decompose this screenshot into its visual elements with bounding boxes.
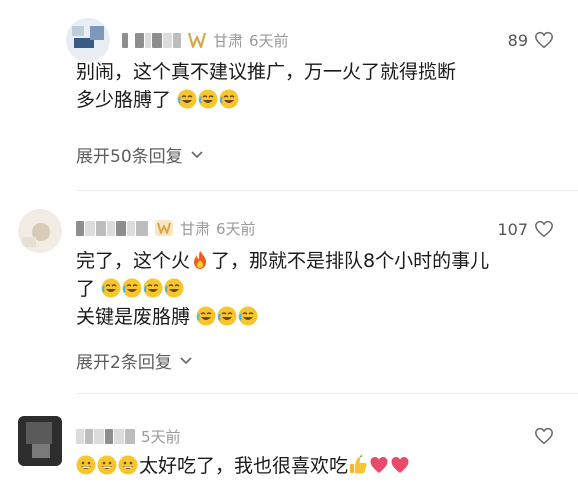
chevron-down-icon bbox=[191, 150, 203, 158]
grinning-face-icon bbox=[97, 455, 117, 475]
like-button[interactable]: 107 bbox=[497, 217, 554, 241]
crying-laughing-face-icon bbox=[198, 89, 218, 109]
comment-text: 别闹，这个真不建议推广，万一火了就得揽断 多少胳膊了 bbox=[76, 58, 558, 114]
like-count: 89 bbox=[507, 30, 528, 50]
crying-laughing-face-icon bbox=[238, 306, 258, 326]
like-count: 107 bbox=[497, 219, 528, 239]
timestamp: 5天前 bbox=[141, 427, 181, 446]
comment-line-2: 多少胳膊了 bbox=[76, 89, 172, 111]
crying-laughing-face-icon bbox=[143, 278, 163, 298]
username[interactable] bbox=[76, 428, 135, 444]
comment-line-3: 关键是废胳膊 bbox=[76, 306, 191, 328]
crying-laughing-face-icon bbox=[177, 89, 197, 109]
comment-text: 太好吃了，我也很喜欢吃 bbox=[76, 452, 558, 480]
timestamp: 6天前 bbox=[249, 31, 289, 50]
avatar[interactable] bbox=[66, 18, 110, 62]
heart-outline-icon bbox=[535, 31, 553, 49]
crying-laughing-face-icon bbox=[122, 278, 142, 298]
heart-outline-icon bbox=[535, 220, 553, 238]
chevron-down-icon bbox=[180, 356, 192, 364]
heart-outline-icon bbox=[535, 427, 553, 445]
avatar[interactable] bbox=[18, 416, 62, 466]
comment-1: 甘肃 6天前 89 别闹，这个真不建议推广，万一火了就得揽断 多少胳膊了 展开5… bbox=[0, 0, 578, 190]
thumbs-up-icon bbox=[350, 455, 367, 474]
grinning-face-icon bbox=[76, 455, 96, 475]
crying-laughing-face-icon bbox=[217, 306, 237, 326]
expand-replies-label: 展开50条回复 bbox=[76, 147, 183, 167]
comment-line-1: 别闹，这个真不建议推广，万一火了就得揽断 bbox=[76, 61, 457, 83]
heart-icon bbox=[370, 457, 388, 473]
username[interactable] bbox=[122, 32, 181, 48]
crying-laughing-face-icon bbox=[101, 278, 121, 298]
crying-laughing-face-icon bbox=[164, 278, 184, 298]
comment-text: 完了，这个火 了，那就不是排队8个小时的事儿 了 关键是废胳膊 bbox=[76, 247, 558, 331]
crying-laughing-face-icon bbox=[196, 306, 216, 326]
fire-icon bbox=[194, 251, 207, 269]
location: 甘肃 bbox=[180, 219, 211, 238]
like-button[interactable]: 89 bbox=[508, 28, 554, 52]
vip-badge-icon bbox=[154, 219, 174, 237]
username[interactable] bbox=[76, 220, 148, 236]
heart-icon bbox=[391, 457, 409, 473]
like-button[interactable] bbox=[534, 424, 554, 448]
avatar[interactable] bbox=[18, 209, 62, 253]
vip-badge-icon bbox=[187, 31, 207, 49]
expand-replies-button[interactable]: 展开50条回复 bbox=[76, 142, 203, 167]
expand-replies-button[interactable]: 展开2条回复 bbox=[76, 348, 192, 373]
comment-line-2: 了 bbox=[76, 278, 96, 300]
crying-laughing-face-icon bbox=[219, 89, 239, 109]
comment-line-1-start: 完了，这个火 bbox=[76, 250, 191, 272]
location: 甘肃 bbox=[213, 31, 244, 50]
comment-line-1-end: 了，那就不是排队8个小时的事儿 bbox=[211, 250, 490, 272]
timestamp: 6天前 bbox=[216, 219, 256, 238]
comment-line-1: 太好吃了，我也很喜欢吃 bbox=[139, 455, 349, 477]
comment-2: 甘肃 6天前 107 完了，这个火 了，那就不是排队8个小时的事儿 了 关键是废… bbox=[0, 191, 578, 391]
comment-3: 5天前 太好吃了，我也很喜欢吃 bbox=[0, 394, 578, 482]
grinning-face-icon bbox=[118, 455, 138, 475]
expand-replies-label: 展开2条回复 bbox=[76, 353, 172, 373]
